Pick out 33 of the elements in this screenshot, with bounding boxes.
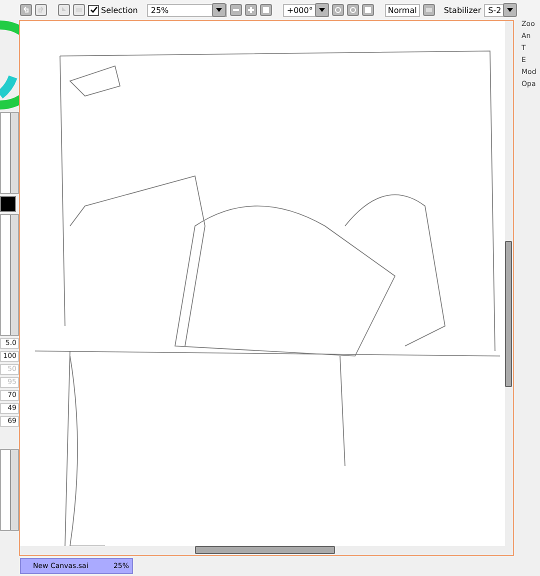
rotate-right-icon bbox=[348, 6, 357, 14]
rotate-left-button[interactable] bbox=[332, 4, 344, 16]
color-wheel[interactable] bbox=[0, 20, 18, 110]
undo-icon bbox=[22, 6, 30, 14]
flip-button[interactable] bbox=[422, 4, 435, 16]
deselect-button[interactable] bbox=[58, 4, 70, 16]
zoom-reset-button[interactable] bbox=[260, 4, 272, 16]
square-icon bbox=[364, 6, 372, 14]
checkbox[interactable] bbox=[88, 4, 99, 16]
redo-icon bbox=[37, 6, 45, 14]
horizontal-scrollbar[interactable] bbox=[20, 546, 512, 555]
rotation-reset-button[interactable] bbox=[362, 4, 374, 16]
minus-icon bbox=[232, 6, 240, 14]
rotate-left-icon bbox=[334, 6, 342, 14]
stabilizer-label: Stabilizer bbox=[444, 6, 482, 14]
selection-checkbox[interactable]: Selection bbox=[88, 4, 138, 16]
cursor-icon bbox=[60, 6, 68, 14]
zoom-out-button[interactable] bbox=[230, 4, 242, 16]
grid-icon bbox=[75, 6, 83, 14]
redo-button[interactable] bbox=[35, 4, 47, 16]
rotation-dropdown[interactable]: +000° bbox=[282, 4, 329, 16]
flip-icon bbox=[424, 6, 433, 14]
blend-mode-button[interactable]: Normal bbox=[384, 4, 420, 16]
color-swatch[interactable] bbox=[0, 196, 16, 212]
checkmark-icon bbox=[90, 6, 98, 14]
zoom-in-button[interactable] bbox=[244, 4, 257, 16]
undo-button[interactable] bbox=[20, 4, 32, 16]
rotate-right-button[interactable] bbox=[346, 4, 359, 16]
zoom-dropdown[interactable]: 25% bbox=[146, 4, 227, 16]
stabilizer-dropdown[interactable]: S-2 bbox=[484, 4, 514, 16]
vertical-scrollbar[interactable] bbox=[504, 21, 512, 546]
plus-icon bbox=[246, 6, 255, 14]
square-icon bbox=[262, 6, 270, 14]
